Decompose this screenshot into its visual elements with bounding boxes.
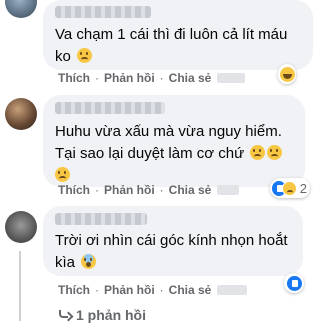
timestamp-blurred[interactable] [217, 285, 248, 295]
scream-emoji-icon [81, 254, 97, 269]
comment-text: Trời ơi nhìn cái góc kính nhọn hoắt kìa [55, 230, 288, 274]
haha-reaction-icon [279, 66, 295, 82]
sad-emoji-icon [250, 145, 266, 160]
sad-reaction-icon [282, 180, 297, 196]
replies-count-label: 1 phản hồi [76, 307, 146, 323]
like-button[interactable]: Thích [58, 183, 90, 197]
comment-text-line: ko [55, 48, 71, 65]
author-name-blurred[interactable] [55, 102, 165, 114]
timestamp-blurred[interactable] [217, 73, 246, 83]
reply-button[interactable]: Phản hồi [104, 183, 155, 197]
comment-text: Va chạm 1 cái thì đi luôn cả lít máu ko [55, 24, 287, 68]
author-name-blurred[interactable] [55, 213, 147, 225]
avatar[interactable] [5, 0, 37, 18]
reaction-summary[interactable]: 2 [270, 178, 310, 198]
timestamp-blurred[interactable] [217, 185, 240, 195]
like-reaction-icon [286, 275, 302, 291]
reaction-summary[interactable] [278, 64, 296, 84]
comment-bubble: Va chạm 1 cái thì đi luôn cả lít máu ko [43, 0, 313, 70]
comment-text-line: Trời ơi nhìn cái góc kính nhọn hoắt [55, 232, 288, 249]
sad-emoji-icon [55, 167, 70, 182]
avatar[interactable] [5, 211, 37, 243]
reaction-summary[interactable] [284, 273, 304, 293]
sad-emoji-icon [77, 48, 93, 63]
comment-actions: Thích · Phản hồi · Chia sẻ [58, 183, 240, 197]
comment-text-line: Va chạm 1 cái thì đi luôn cả lít máu [55, 26, 288, 43]
comment-bubble: Huhu vừa xấu mà vừa nguy hiểm. Tại sao l… [43, 95, 305, 187]
comment-text-line: Tại sao lại duyệt làm cơ chứ [55, 145, 245, 162]
share-button[interactable]: Chia sẻ [169, 71, 212, 85]
comment-actions: Thích · Phản hồi · Chia sẻ [58, 71, 246, 85]
comment-actions: Thích · Phản hồi · Chia sẻ [58, 283, 248, 297]
comment-text: Huhu vừa xấu mà vừa nguy hiểm. Tại sao l… [55, 121, 283, 187]
view-replies-link[interactable]: 1 phản hồi [58, 307, 146, 323]
reply-button[interactable]: Phản hồi [104, 71, 155, 85]
reply-button[interactable]: Phản hồi [104, 283, 155, 297]
sad-emoji-icon [267, 145, 283, 160]
share-button[interactable]: Chia sẻ [169, 183, 212, 197]
author-name-blurred[interactable] [55, 6, 151, 18]
reply-arrow-icon [58, 310, 70, 320]
share-button[interactable]: Chia sẻ [169, 283, 212, 297]
reaction-count: 2 [299, 180, 307, 196]
like-button[interactable]: Thích [58, 71, 90, 85]
comment-bubble: Trời ơi nhìn cái góc kính nhọn hoắt kìa [43, 206, 303, 276]
comment-text-line: kìa [55, 254, 76, 271]
like-button[interactable]: Thích [58, 283, 90, 297]
thread-line [19, 251, 21, 321]
comment-text-line: Huhu vừa xấu mà vừa nguy hiểm. [55, 123, 282, 140]
avatar[interactable] [5, 98, 37, 130]
